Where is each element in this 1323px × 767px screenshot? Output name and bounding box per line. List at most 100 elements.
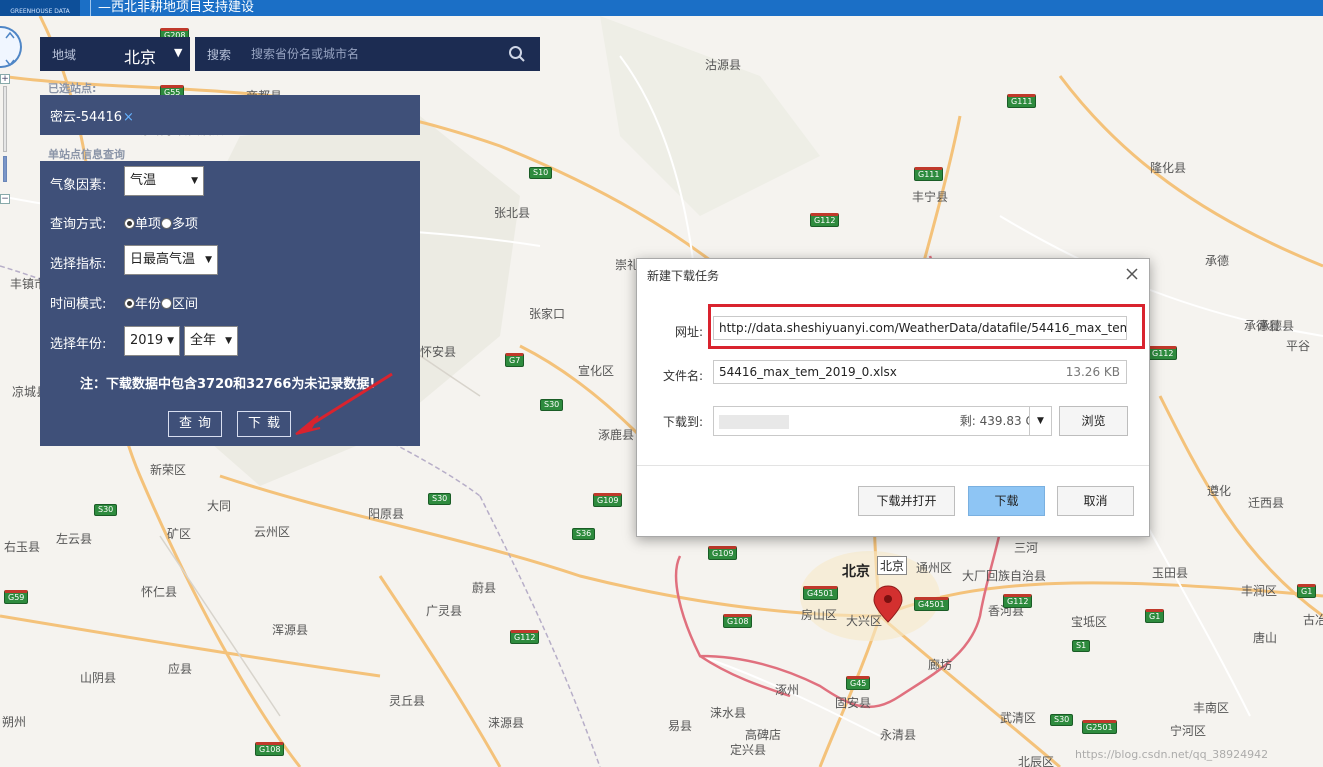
map-place-label: 大兴区 [846, 614, 883, 628]
marker-tooltip: 北京 [877, 556, 908, 575]
query-button[interactable]: 查询 [168, 411, 222, 437]
map-place-label: 丰宁县 [912, 190, 949, 204]
dialog-title: 新建下载任务 [647, 269, 720, 283]
map-place-label: 隆化县 [1150, 161, 1187, 175]
map-place-label: 阳原县 [368, 507, 405, 521]
road-shield: S1 [1072, 640, 1091, 652]
close-icon[interactable] [1123, 265, 1141, 283]
road-shield: G45 [846, 676, 871, 690]
map-place-label: 通州区 [916, 561, 953, 575]
chevron-down-icon: ▼ [174, 46, 183, 59]
app-logo[interactable]: GREENHOUSE DATA [0, 0, 80, 16]
terrain-shade [600, 16, 820, 216]
map-place-label: 承德 [1205, 254, 1230, 268]
method-radio-multi[interactable] [161, 218, 173, 229]
method-option-single[interactable]: 单项 [135, 217, 161, 232]
zoom-out-button[interactable]: − [0, 194, 10, 204]
road-shield: G109 [593, 493, 623, 507]
save-path-dropdown[interactable]: ▼ [1029, 406, 1052, 436]
time-mode-label: 时间模式: [50, 297, 107, 312]
map-place-label: 唐山 [1253, 631, 1278, 645]
element-select[interactable]: 气温 ▼ [124, 166, 204, 196]
year-select[interactable]: 2019 ▼ [124, 326, 180, 356]
time-mode-option-year[interactable]: 年份 [135, 297, 161, 312]
indicator-select-value: 日最高气温 [130, 252, 196, 267]
road-shield: S30 [1050, 714, 1074, 726]
map-place-label: 沽源县 [705, 58, 742, 72]
file-size: 13.26 KB [1065, 365, 1120, 379]
save-to-label: 下载到: [662, 415, 703, 429]
map-place-label: 大厂回族自治县 [962, 569, 1047, 583]
app-header: GREENHOUSE DATA —西北非耕地项目支持建设 [0, 0, 1323, 16]
time-mode-radio-range[interactable] [161, 298, 173, 309]
period-select[interactable]: 全年 ▼ [184, 326, 238, 356]
map-place-label: 宣化区 [578, 364, 615, 378]
map-place-label: 涞水县 [710, 706, 747, 720]
map-place-label: 涿鹿县 [598, 428, 635, 442]
map-place-label: 张北县 [494, 206, 531, 220]
search-icon[interactable] [508, 45, 526, 63]
dialog-download-button[interactable]: 下载 [968, 486, 1045, 516]
road-shield: S30 [428, 493, 452, 505]
map-place-label: 定兴县 [730, 743, 767, 757]
map-pan-control[interactable] [0, 26, 22, 68]
save-path-field[interactable]: 剩: 439.83 GB [713, 406, 1052, 436]
url-highlight-box [708, 304, 1145, 349]
map-place-label: 左云县 [56, 532, 93, 546]
map-place-label: 承德县 [1258, 319, 1295, 333]
map-place-label: 涿州 [775, 683, 800, 697]
element-label: 气象因素: [50, 178, 107, 193]
time-mode-option-range[interactable]: 区间 [172, 297, 198, 312]
road-shield: G108 [723, 614, 753, 628]
browse-button[interactable]: 浏览 [1059, 406, 1128, 436]
map-place-label: 北京 [842, 564, 870, 580]
region-label: 地域 [52, 48, 77, 62]
map-place-label: 三河 [1014, 541, 1039, 555]
road-shield: G108 [255, 742, 285, 756]
map-place-label: 右玉县 [4, 540, 41, 554]
map-place-label: 矿区 [167, 527, 192, 541]
download-button[interactable]: 下载 [237, 411, 291, 437]
header-separator [90, 0, 91, 16]
region-selector[interactable]: 地域 北京 ▼ [40, 37, 190, 71]
road-shield: G1 [1145, 609, 1165, 623]
road-shield: S30 [94, 504, 118, 516]
method-option-multi[interactable]: 多项 [172, 217, 198, 232]
map-place-label: 新荣区 [150, 463, 187, 477]
search-input[interactable] [251, 44, 491, 64]
road-shield: G111 [914, 167, 944, 181]
download-open-button[interactable]: 下载并打开 [858, 486, 955, 516]
road-shield: G1 [1297, 584, 1317, 598]
dropdown-arrow-icon: ▼ [205, 255, 212, 265]
road-shield: G7 [505, 353, 525, 367]
road-shield: G4501 [914, 597, 949, 611]
region-value: 北京 [124, 48, 157, 67]
station-chip[interactable]: 密云-54416× [50, 106, 134, 125]
road-major [519, 344, 642, 438]
period-select-value: 全年 [190, 333, 217, 348]
road-shield: G112 [510, 630, 540, 644]
method-radio-single[interactable] [124, 218, 135, 229]
map-place-label: 广灵县 [426, 604, 463, 618]
map-place-label: 廊坊 [928, 658, 953, 672]
road-shield: S10 [529, 167, 553, 179]
map-place-label: 武清区 [1000, 711, 1037, 725]
station-chip-label: 密云-54416 [50, 110, 123, 125]
year-select-value: 2019 [130, 333, 164, 348]
map-place-label: 迁西县 [1248, 496, 1285, 510]
search-label: 搜索 [207, 48, 232, 62]
map-place-label: 易县 [668, 719, 693, 733]
remove-station-icon[interactable]: × [123, 110, 134, 125]
zoom-slider[interactable]: + − [0, 70, 10, 210]
zoom-in-button[interactable]: + [0, 74, 10, 84]
blurred-path [719, 414, 789, 429]
filename-field[interactable]: 54416_max_tem_2019_0.xlsx 13.26 KB [713, 360, 1127, 384]
url-label: 网址: [674, 325, 703, 339]
map-place-label: 蔚县 [472, 581, 497, 595]
map-place-label: 浑源县 [272, 623, 309, 637]
indicator-select[interactable]: 日最高气温 ▼ [124, 245, 218, 275]
dialog-cancel-button[interactable]: 取消 [1057, 486, 1134, 516]
road-minor [159, 535, 281, 717]
map-place-label: 怀仁县 [141, 585, 178, 599]
time-mode-radio-year[interactable] [124, 298, 135, 309]
